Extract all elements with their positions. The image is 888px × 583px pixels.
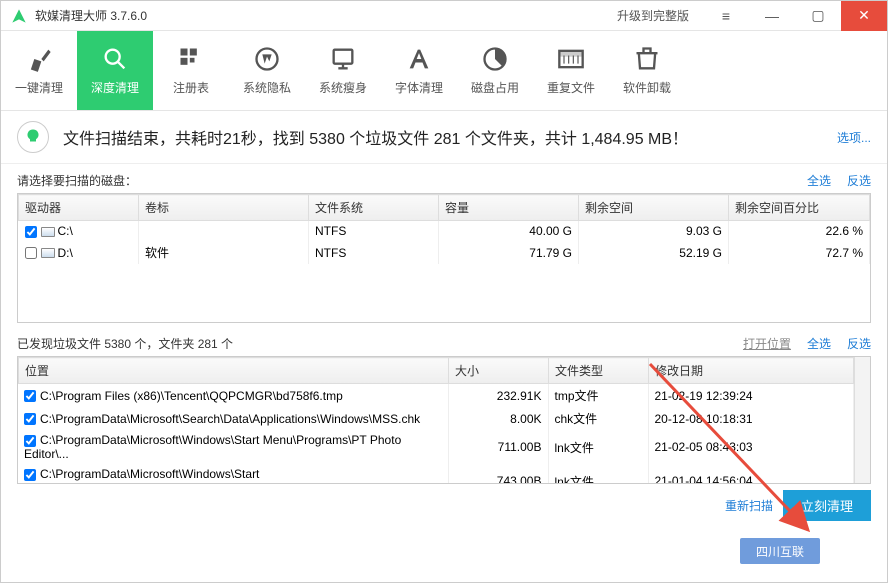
disk-row[interactable]: D:\软件NTFS71.79 G52.19 G72.7 %: [19, 241, 870, 264]
close-button[interactable]: ✕: [841, 1, 887, 31]
files-invert-select[interactable]: 反选: [847, 335, 871, 352]
tab-deep-clean[interactable]: 深度清理: [77, 31, 153, 110]
maximize-button[interactable]: ▢: [795, 1, 841, 31]
titlebar: 软媒清理大师 3.7.6.0 升级到完整版 ≡ — ▢ ✕: [1, 1, 887, 31]
drive-icon: [41, 248, 55, 258]
disk-table-header[interactable]: 驱动器 卷标 文件系统 容量 剩余空间 剩余空间百分比: [19, 195, 870, 221]
files-section-header: 已发现垃圾文件 5380 个，文件夹 281 个 打开位置 全选 反选: [1, 323, 887, 356]
tab-uninstall[interactable]: 软件卸载: [609, 31, 685, 110]
tab-disk[interactable]: 磁盘占用: [457, 31, 533, 110]
tab-slim[interactable]: 系统瘦身: [305, 31, 381, 110]
file-row[interactable]: C:\ProgramData\Microsoft\Windows\Start M…: [18, 430, 854, 464]
app-icon: [9, 6, 29, 26]
main-toolbar: 一键清理 深度清理 注册表 系统隐私 系统瘦身 字体清理 磁盘占用 重复文件 软…: [1, 31, 887, 111]
files-scrollbar[interactable]: [854, 357, 870, 483]
file-checkbox[interactable]: [24, 413, 36, 425]
files-table: 位置 大小 文件类型 修改日期 C:\Program Files (x86)\T…: [17, 356, 871, 484]
file-row[interactable]: C:\ProgramData\Microsoft\Windows\Start M…: [18, 464, 854, 484]
tab-privacy[interactable]: 系统隐私: [229, 31, 305, 110]
file-checkbox[interactable]: [24, 469, 36, 481]
rescan-link[interactable]: 重新扫描: [725, 497, 773, 514]
bulb-icon: [17, 121, 49, 153]
disk-select-all[interactable]: 全选: [807, 172, 831, 189]
tab-quick-clean[interactable]: 一键清理: [1, 31, 77, 110]
tab-font[interactable]: 字体清理: [381, 31, 457, 110]
disk-checkbox[interactable]: [25, 247, 37, 259]
open-location-link[interactable]: 打开位置: [743, 335, 791, 352]
scan-status-bar: 文件扫描结束，共耗时21秒，找到 5380 个垃圾文件 281 个文件夹，共计 …: [1, 111, 887, 164]
options-link[interactable]: 选项...: [837, 129, 871, 146]
minimize-button[interactable]: —: [749, 1, 795, 31]
watermark: 四川互联: [740, 538, 820, 564]
file-checkbox[interactable]: [24, 435, 36, 447]
disk-section-header: 请选择要扫描的磁盘： 全选 反选: [1, 164, 887, 193]
tab-registry[interactable]: 注册表: [153, 31, 229, 110]
file-row[interactable]: C:\Program Files (x86)\Tencent\QQPCMGR\b…: [18, 384, 854, 407]
disk-row[interactable]: C:\NTFS40.00 G9.03 G22.6 %: [19, 221, 870, 242]
scan-status-text: 文件扫描结束，共耗时21秒，找到 5380 个垃圾文件 281 个文件夹，共计 …: [63, 125, 837, 149]
file-row[interactable]: C:\ProgramData\Microsoft\Search\Data\App…: [18, 407, 854, 430]
footer-actions: 重新扫描 立刻清理: [1, 484, 887, 533]
file-checkbox[interactable]: [24, 390, 36, 402]
disk-table: 驱动器 卷标 文件系统 容量 剩余空间 剩余空间百分比 C:\NTFS40.00…: [17, 193, 871, 323]
menu-button[interactable]: ≡: [703, 1, 749, 31]
upgrade-link[interactable]: 升级到完整版: [617, 7, 689, 24]
disk-invert-select[interactable]: 反选: [847, 172, 871, 189]
files-select-all[interactable]: 全选: [807, 335, 831, 352]
clean-now-button[interactable]: 立刻清理: [783, 490, 871, 521]
disk-checkbox[interactable]: [25, 226, 37, 238]
app-title: 软媒清理大师 3.7.6.0: [35, 7, 617, 24]
drive-icon: [41, 227, 55, 237]
tab-duplicate[interactable]: 重复文件: [533, 31, 609, 110]
files-table-header[interactable]: 位置 大小 文件类型 修改日期: [19, 358, 854, 384]
